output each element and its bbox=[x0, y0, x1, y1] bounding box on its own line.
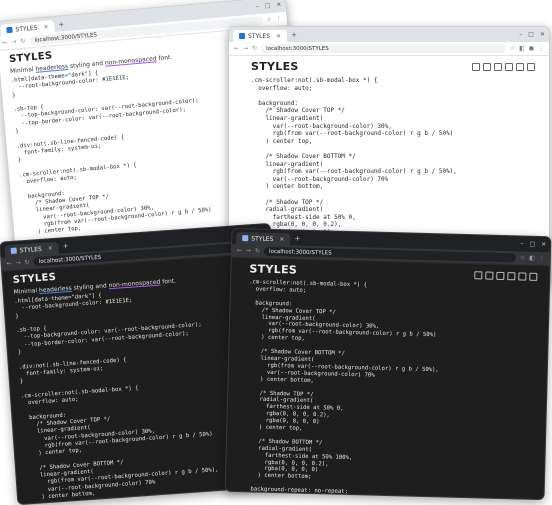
page-actions bbox=[474, 270, 538, 281]
new-tab-icon[interactable]: + bbox=[58, 20, 65, 28]
profile-icon[interactable]: ● bbox=[529, 45, 534, 52]
new-tab-icon[interactable]: + bbox=[62, 241, 68, 249]
close-window-icon[interactable]: ✕ bbox=[541, 241, 546, 248]
page-action-icon[interactable] bbox=[518, 271, 527, 281]
tab-title: STYLES bbox=[251, 234, 274, 243]
reload-icon[interactable]: ↻ bbox=[20, 38, 26, 45]
desc-text: font. bbox=[160, 277, 177, 286]
reload-icon[interactable]: ↻ bbox=[252, 45, 257, 52]
url-text: localhost:3000/STYLES bbox=[34, 31, 98, 44]
desc-text: Minimal bbox=[13, 287, 40, 296]
tab-title: STYLES bbox=[248, 32, 271, 40]
forward-icon[interactable]: → bbox=[246, 247, 251, 254]
page-action-icon[interactable] bbox=[527, 62, 535, 71]
new-tab-icon[interactable]: + bbox=[291, 31, 297, 39]
star-icon[interactable]: ☆ bbox=[266, 16, 272, 23]
maximize-icon[interactable]: □ bbox=[529, 241, 535, 248]
page-title: STYLES bbox=[249, 262, 298, 277]
desc-text: font. bbox=[156, 53, 173, 63]
close-tab-icon[interactable]: ✕ bbox=[43, 23, 49, 30]
new-tab-icon[interactable]: + bbox=[294, 234, 300, 242]
reload-icon[interactable]: ↻ bbox=[24, 259, 30, 266]
back-icon[interactable]: ← bbox=[234, 45, 239, 52]
extensions-icon[interactable]: ◧ bbox=[519, 45, 525, 52]
maximize-icon[interactable]: □ bbox=[528, 31, 534, 38]
address-bar[interactable]: localhost:3000/STYLES bbox=[261, 44, 506, 53]
page-action-icon[interactable] bbox=[507, 271, 516, 280]
desc-link-non-monospaced[interactable]: non-monospaced bbox=[108, 279, 160, 290]
page-action-icon[interactable] bbox=[494, 62, 502, 71]
forward-icon[interactable]: → bbox=[11, 38, 17, 45]
minimize-icon[interactable]: – bbox=[519, 31, 522, 38]
browser-tab[interactable]: STYLES ✕ bbox=[236, 231, 291, 246]
desc-text: Minimal bbox=[9, 65, 36, 76]
page-action-icon[interactable] bbox=[529, 272, 538, 281]
close-window-icon[interactable]: ✕ bbox=[276, 1, 282, 8]
favicon-icon bbox=[239, 33, 245, 39]
url-text: localhost:3000/STYLES bbox=[266, 45, 329, 52]
minimize-icon[interactable]: – bbox=[520, 240, 523, 247]
star-icon[interactable]: ☆ bbox=[520, 254, 526, 261]
desc-text: styling and bbox=[71, 282, 109, 292]
close-tab-icon[interactable]: ✕ bbox=[276, 33, 281, 40]
page-action-icon[interactable] bbox=[485, 271, 494, 280]
browser-tab[interactable]: STYLES ✕ bbox=[233, 30, 288, 42]
page-actions bbox=[472, 62, 535, 71]
back-icon[interactable]: ← bbox=[2, 39, 8, 46]
window-controls: – □ ✕ bbox=[519, 31, 545, 38]
page-title: STYLES bbox=[8, 50, 53, 66]
page-content: STYLES .cm-scroller:not(.sb-modal-box *)… bbox=[225, 258, 549, 500]
window-controls: – □ ✕ bbox=[255, 1, 281, 10]
maximize-icon[interactable]: □ bbox=[264, 2, 270, 9]
close-window-icon[interactable]: ✕ bbox=[540, 31, 545, 38]
close-tab-icon[interactable]: ✕ bbox=[48, 245, 54, 252]
page-action-icon[interactable] bbox=[472, 62, 480, 71]
tab-title: STYLES bbox=[15, 24, 38, 33]
desc-link-headerless[interactable]: headerless bbox=[35, 63, 68, 73]
browser-window-dark-right: STYLES ✕ + – □ ✕ ← → ↻ localhost:3000/ST… bbox=[224, 227, 552, 501]
menu-icon[interactable]: ⋮ bbox=[275, 15, 282, 22]
forward-icon[interactable]: → bbox=[15, 259, 21, 266]
close-tab-icon[interactable]: ✕ bbox=[279, 236, 284, 243]
page-action-icon[interactable] bbox=[516, 62, 524, 71]
menu-icon[interactable]: ⋮ bbox=[539, 255, 545, 262]
back-icon[interactable]: ← bbox=[6, 260, 12, 267]
minimize-icon[interactable]: – bbox=[255, 3, 259, 10]
url-text: localhost:3000/STYLES bbox=[38, 254, 102, 265]
page-action-icon[interactable] bbox=[474, 270, 483, 279]
star-icon[interactable]: ☆ bbox=[510, 45, 515, 52]
desc-link-headerless[interactable]: headerless bbox=[39, 285, 72, 294]
menu-icon[interactable]: ⋮ bbox=[538, 45, 544, 52]
page-action-icon[interactable] bbox=[505, 62, 513, 71]
code-editor[interactable]: .cm-scroller:not(.sb-modal-box *) { over… bbox=[244, 279, 538, 500]
window-controls: – □ ✕ bbox=[520, 240, 546, 248]
desc-text: styling and bbox=[67, 59, 106, 71]
toolbar: ← → ↻ localhost:3000/STYLES ☆ ◧ ● ⋮ bbox=[229, 42, 549, 56]
back-icon[interactable]: ← bbox=[237, 247, 242, 254]
reload-icon[interactable]: ↻ bbox=[255, 247, 260, 254]
extensions-icon[interactable]: ◧ bbox=[529, 255, 535, 262]
page-action-icon[interactable] bbox=[483, 62, 491, 71]
favicon-icon bbox=[6, 26, 13, 34]
tab-title: STYLES bbox=[19, 245, 43, 254]
forward-icon[interactable]: → bbox=[243, 45, 248, 52]
url-text: localhost:3000/STYLES bbox=[268, 248, 332, 256]
tab-strip: STYLES ✕ + – □ ✕ bbox=[229, 27, 549, 42]
page-title: STYLES bbox=[251, 60, 299, 73]
favicon-icon bbox=[10, 247, 17, 255]
favicon-icon bbox=[242, 235, 249, 242]
page-action-icon[interactable] bbox=[496, 271, 505, 280]
page-title: STYLES bbox=[12, 271, 57, 286]
